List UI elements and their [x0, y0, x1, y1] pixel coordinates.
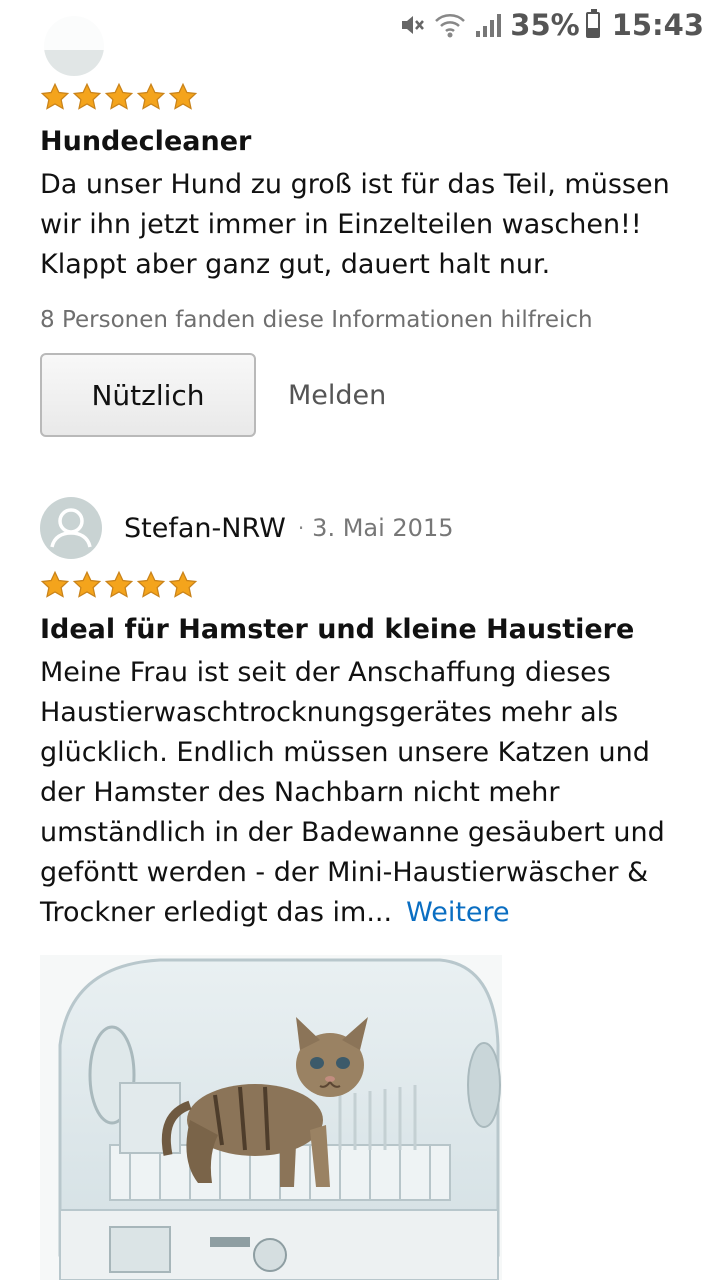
review-date: 3. Mai 2015 [312, 514, 454, 542]
star-icon [104, 82, 134, 114]
star-icon [40, 570, 70, 602]
battery-percentage: 35% [510, 8, 580, 42]
star-icon [168, 82, 198, 114]
star-icon [104, 570, 134, 602]
status-icons [398, 11, 502, 39]
star-rating [40, 82, 680, 114]
pet-dryer-image [58, 958, 501, 1280]
useful-button[interactable]: Nützlich [40, 353, 256, 437]
review-actions: Nützlich Melden [40, 353, 680, 437]
status-bar: 35% 15:43 [0, 0, 720, 50]
star-icon [168, 570, 198, 602]
star-icon [136, 570, 166, 602]
star-icon [40, 82, 70, 114]
battery-level [587, 28, 598, 36]
review-title: Hundecleaner [40, 126, 252, 157]
avatar[interactable] [40, 497, 102, 559]
signal-icon [474, 11, 502, 39]
helpful-count: 8 Personen fanden diese Informationen hi… [40, 307, 593, 333]
reviewer-name[interactable]: Stefan-NRW [124, 513, 286, 544]
user-icon [50, 508, 92, 548]
review-body: Da unser Hund zu groß ist für das Teil, … [40, 169, 670, 280]
star-icon [72, 570, 102, 602]
review-title: Ideal für Hamster und kleine Haustiere [40, 614, 635, 645]
wifi-icon [434, 11, 466, 39]
review-photo[interactable] [40, 955, 502, 1280]
reviewer-row: Stefan-NRW · 3. Mai 2015 [40, 496, 680, 560]
review-card: Hundecleaner Da unser Hund zu groß ist f… [40, 82, 680, 437]
clock: 15:43 [611, 8, 704, 42]
review-body: Meine Frau ist seit der Anschaffung dies… [40, 653, 680, 933]
star-icon [72, 82, 102, 114]
separator: · [297, 516, 305, 540]
review-card: Stefan-NRW · 3. Mai 2015 Ideal für Hamst… [40, 496, 680, 933]
star-rating [40, 570, 680, 602]
star-icon [136, 82, 166, 114]
report-link[interactable]: Melden [288, 380, 386, 411]
battery-icon [585, 9, 600, 38]
mute-icon [398, 11, 426, 39]
read-more-link[interactable]: Weitere [406, 897, 510, 928]
review-text: Meine Frau ist seit der Anschaffung dies… [40, 657, 665, 928]
